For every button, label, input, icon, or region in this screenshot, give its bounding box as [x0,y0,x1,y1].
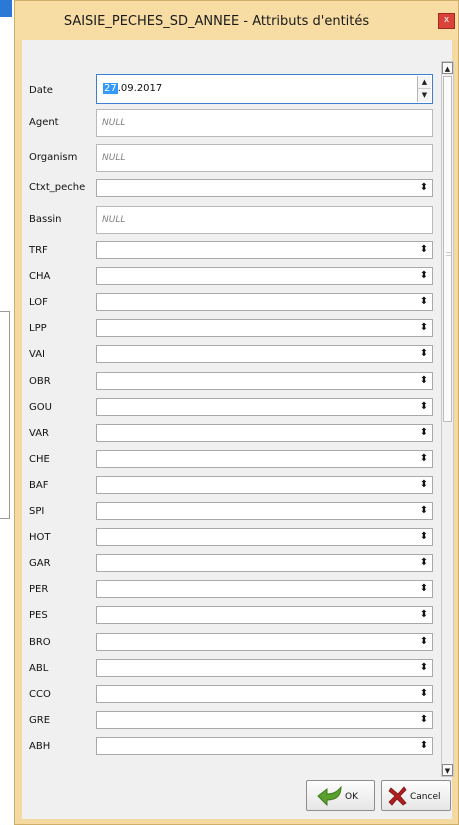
species-label-abh: ABH [29,741,51,752]
species-select-spi[interactable]: ⬍ [96,502,433,520]
species-label-obr: OBR [29,376,51,387]
ok-label: OK [345,792,358,802]
cancel-button[interactable]: Cancel [381,780,451,811]
cancel-label: Cancel [410,792,441,802]
species-select-trf[interactable]: ⬍ [96,241,433,259]
species-select-abl[interactable]: ⬍ [96,659,433,677]
ctxt-peche-label: Ctxt_peche [29,182,86,193]
species-select-cha[interactable]: ⬍ [96,267,433,285]
dropdown-arrow-icon: ⬍ [417,582,431,596]
ok-arrow-icon [317,785,342,807]
bassin-field[interactable]: NULL [96,206,433,234]
dropdown-arrow-icon: ⬍ [417,556,431,570]
spin-up-icon[interactable]: ▲ [418,76,431,89]
bassin-label: Bassin [29,214,62,225]
species-label-per: PER [29,584,49,595]
vertical-scrollbar[interactable]: ▲ ▼ [441,61,454,777]
dropdown-arrow-icon: ⬍ [417,635,431,649]
species-label-pes: PES [29,610,48,621]
species-select-baf[interactable]: ⬍ [96,476,433,494]
species-select-obr[interactable]: ⬍ [96,372,433,390]
scroll-up-icon[interactable]: ▲ [442,62,453,74]
dropdown-arrow-icon: ⬍ [417,739,431,753]
scrollbar-thumb[interactable] [443,76,452,422]
species-select-gre[interactable]: ⬍ [96,711,433,729]
species-select-gou[interactable]: ⬍ [96,398,433,416]
date-label: Date [29,85,53,96]
species-select-per[interactable]: ⬍ [96,580,433,598]
species-label-lof: LOF [29,297,48,308]
species-label-lpp: LPP [29,323,47,334]
dropdown-arrow-icon: ⬍ [417,452,431,466]
date-day-selected: 27 [103,83,118,94]
species-label-gou: GOU [29,402,52,413]
agent-field[interactable]: NULL [96,109,433,137]
organism-value: NULL [102,153,126,163]
dropdown-arrow-icon: ⬍ [417,504,431,518]
background-panel [0,311,10,519]
species-label-cha: CHA [29,271,51,282]
species-select-vai[interactable]: ⬍ [96,345,433,363]
species-select-var[interactable]: ⬍ [96,424,433,442]
species-label-spi: SPI [29,506,45,517]
species-select-lpp[interactable]: ⬍ [96,319,433,337]
dropdown-arrow-icon: ⬍ [417,661,431,675]
species-select-lof[interactable]: ⬍ [96,293,433,311]
species-select-hot[interactable]: ⬍ [96,528,433,546]
species-label-gre: GRE [29,715,51,726]
species-label-hot: HOT [29,532,51,543]
scroll-down-icon[interactable]: ▼ [442,764,453,776]
dropdown-arrow-icon: ⬍ [417,478,431,492]
species-label-cco: CCO [29,689,51,700]
species-select-gar[interactable]: ⬍ [96,554,433,572]
species-select-che[interactable]: ⬍ [96,450,433,468]
species-label-baf: BAF [29,480,49,491]
dropdown-arrow-icon: ⬍ [417,243,431,257]
species-label-trf: TRF [29,245,48,256]
form-area: Date 27.09.2017 ▲ ▼ Agent NULL Organism … [22,40,454,819]
dropdown-arrow-icon: ⬍ [417,269,431,283]
species-label-vai: VAI [29,349,45,360]
species-select-cco[interactable]: ⬍ [96,685,433,703]
dropdown-arrow-icon: ⬍ [417,608,431,622]
agent-value: NULL [102,118,126,128]
dropdown-arrow-icon: ⬍ [417,426,431,440]
dropdown-arrow-icon: ⬍ [417,687,431,701]
agent-label: Agent [29,117,59,128]
species-select-abh[interactable]: ⬍ [96,737,433,755]
background-selection-strip [0,0,12,17]
species-label-abl: ABL [29,663,49,674]
title-bar[interactable]: SAISIE_PECHES_SD_ANNEE - Attributs d'ent… [15,1,458,40]
dropdown-arrow-icon: ⬍ [417,295,431,309]
bassin-value: NULL [102,215,126,225]
species-label-che: CHE [29,454,50,465]
species-label-gar: GAR [29,558,51,569]
dropdown-arrow-icon: ⬍ [417,321,431,335]
organism-field[interactable]: NULL [96,144,433,172]
date-spinner[interactable]: ▲ ▼ [417,76,431,102]
attribute-dialog: SAISIE_PECHES_SD_ANNEE - Attributs d'ent… [14,0,459,825]
cancel-x-icon [388,786,407,806]
spin-down-icon[interactable]: ▼ [418,89,431,102]
species-label-var: VAR [29,428,49,439]
ctxt-peche-select[interactable]: ⬍ [96,179,433,197]
species-select-bro[interactable]: ⬍ [96,633,433,651]
dropdown-arrow-icon: ⬍ [417,400,431,414]
date-rest: .09.2017 [117,83,163,94]
dropdown-arrow-icon: ⬍ [417,347,431,361]
close-button[interactable]: x [438,13,455,29]
organism-label: Organism [29,152,78,163]
dropdown-arrow-icon: ⬍ [417,530,431,544]
date-field[interactable]: 27.09.2017 ▲ ▼ [96,74,433,104]
window-title: SAISIE_PECHES_SD_ANNEE - Attributs d'ent… [63,14,370,29]
dropdown-arrow-icon: ⬍ [417,713,431,727]
species-select-pes[interactable]: ⬍ [96,606,433,624]
ok-button[interactable]: OK [306,780,375,811]
dropdown-arrow-icon: ⬍ [417,181,431,195]
species-label-bro: BRO [29,637,51,648]
dropdown-arrow-icon: ⬍ [417,374,431,388]
